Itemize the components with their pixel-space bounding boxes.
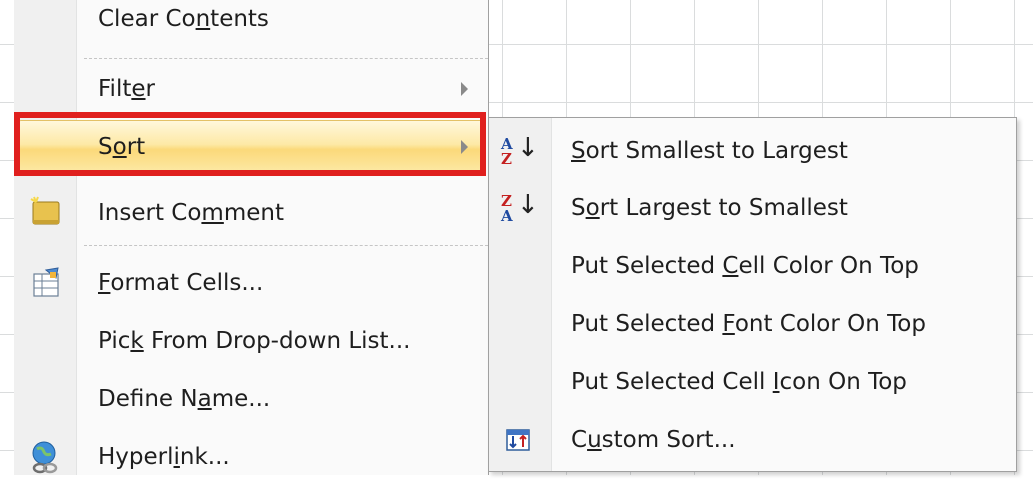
sort-ascending-icon: A Z ↓	[499, 129, 543, 173]
menu-item-label: Pick From Drop-down List...	[98, 328, 411, 354]
submenu-item-cell-color-on-top[interactable]: Put Selected Cell Color On Top	[489, 238, 1016, 295]
submenu-item-label: Put Selected Cell Color On Top	[571, 253, 919, 279]
custom-sort-icon	[499, 420, 541, 460]
menu-item-label: Clear Contents	[98, 6, 269, 32]
hyperlink-icon	[28, 440, 64, 474]
menu-item-filter[interactable]: Filter	[14, 60, 488, 118]
submenu-item-sort-descending[interactable]: Z A ↓ Sort Largest to Smallest	[489, 180, 1016, 237]
insert-comment-icon	[28, 196, 64, 230]
menu-item-label: Format Cells...	[98, 270, 264, 296]
submenu-item-cell-icon-on-top[interactable]: Put Selected Cell Icon On Top	[489, 354, 1016, 411]
context-menu: Clear Contents Filter Sort Insert Commen…	[14, 0, 489, 475]
format-cells-icon	[28, 266, 64, 300]
menu-item-pick-from-list[interactable]: Pick From Drop-down List...	[14, 312, 488, 370]
menu-item-insert-comment[interactable]: Insert Comment	[14, 184, 488, 242]
submenu-item-label: Put Selected Font Color On Top	[571, 311, 926, 337]
menu-separator	[84, 245, 488, 246]
arrow-down-icon: ↓	[517, 133, 539, 163]
submenu-item-custom-sort[interactable]: Custom Sort...	[489, 412, 1016, 469]
submenu-item-label: Sort Largest to Smallest	[571, 195, 848, 221]
submenu-item-label: Put Selected Cell Icon On Top	[571, 369, 907, 395]
menu-item-label: Insert Comment	[98, 200, 284, 226]
arrow-down-icon: ↓	[517, 190, 539, 220]
menu-item-format-cells[interactable]: Format Cells...	[14, 254, 488, 312]
menu-separator	[84, 58, 488, 59]
submenu-item-label: Custom Sort...	[571, 427, 736, 453]
menu-item-label: Hyperlink...	[98, 444, 230, 470]
menu-item-label: Define Name...	[98, 386, 271, 412]
submenu-item-label: Sort Smallest to Largest	[571, 138, 848, 164]
sort-icon-letter-a: A	[501, 207, 513, 225]
menu-item-label: Filter	[98, 76, 155, 102]
submenu-item-font-color-on-top[interactable]: Put Selected Font Color On Top	[489, 296, 1016, 353]
submenu-item-sort-ascending[interactable]: A Z ↓ Sort Smallest to Largest	[489, 123, 1016, 180]
sort-icon-letter-z: Z	[501, 150, 512, 168]
sort-descending-icon: Z A ↓	[499, 186, 543, 230]
menu-item-clear-contents[interactable]: Clear Contents	[14, 0, 488, 48]
submenu-arrow-icon	[461, 82, 468, 96]
menu-item-define-name[interactable]: Define Name...	[14, 370, 488, 428]
menu-item-hyperlink[interactable]: Hyperlink...	[14, 428, 488, 486]
highlight-annotation-box	[14, 112, 486, 176]
sort-submenu: A Z ↓ Sort Smallest to Largest Z A ↓ Sor…	[488, 117, 1017, 472]
